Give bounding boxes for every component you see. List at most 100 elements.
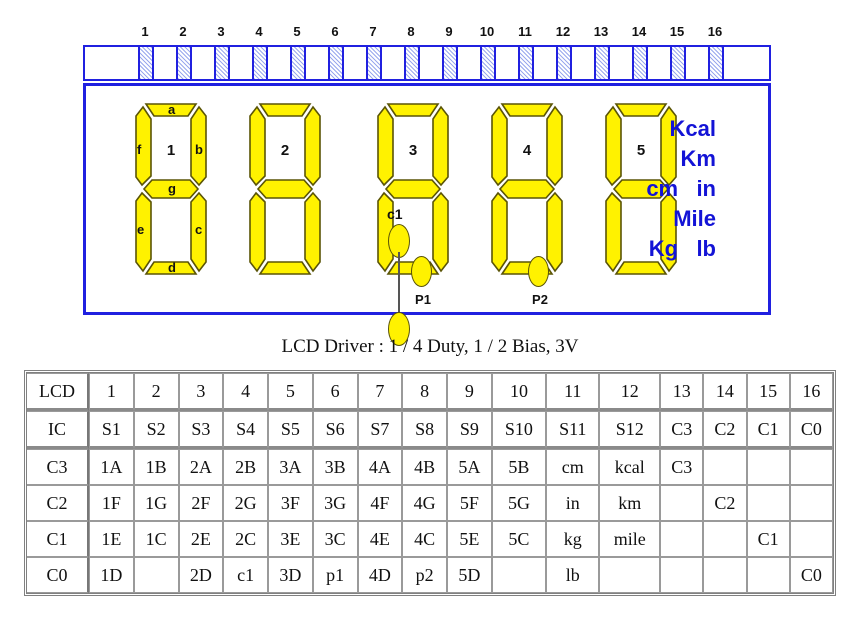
segment-label-g: g	[168, 181, 176, 196]
unit-label-3: Mile	[673, 206, 716, 231]
digit-index-label-3: 3	[408, 142, 418, 159]
table-cell	[746, 449, 790, 485]
colon-label: c1	[387, 206, 403, 222]
segment-2d	[258, 261, 312, 275]
segment-4e	[491, 191, 508, 273]
table-cell: C3	[660, 449, 704, 485]
connector-pin-2[interactable]	[176, 47, 192, 79]
pin-number-4: 4	[255, 24, 263, 39]
connector-pin-12[interactable]	[556, 47, 572, 79]
table-cell: C1	[746, 411, 790, 449]
unit-label-4: Kg lb	[648, 236, 716, 261]
decimal-point-p1: P1	[411, 256, 435, 312]
connector-pin-4[interactable]	[252, 47, 268, 79]
table-cell: 5D	[447, 557, 492, 593]
table-cell: 5C	[491, 521, 547, 557]
connector-pin-6[interactable]	[328, 47, 344, 79]
connector-pin-16[interactable]	[708, 47, 724, 79]
connector-pin-9[interactable]	[442, 47, 458, 79]
connector-pin-10[interactable]	[480, 47, 496, 79]
segment-3c	[432, 191, 449, 273]
table-cell: 13	[660, 373, 704, 411]
table-cell: 14	[703, 373, 747, 411]
segment-label-e: e	[137, 222, 145, 237]
table-cell	[599, 557, 661, 593]
pin-number-10: 10	[479, 24, 495, 39]
connector-pin-7[interactable]	[366, 47, 382, 79]
seven-segment-digit-4: 4	[484, 100, 570, 300]
unit-label-2: cm in	[646, 176, 716, 201]
segment-2b	[304, 105, 321, 187]
table-cell: lb	[546, 557, 600, 593]
colon-connector-line	[398, 252, 400, 320]
segment-3a	[386, 103, 440, 117]
table-row-header: IC	[27, 411, 89, 449]
table-cell: S12	[599, 411, 661, 449]
connector-pin-13[interactable]	[594, 47, 610, 79]
table-row-header: C3	[27, 449, 89, 485]
table-cell	[789, 521, 833, 557]
lcd-connector-strip	[83, 45, 771, 81]
connector-pin-5[interactable]	[290, 47, 306, 79]
table-cell: 1E	[89, 521, 134, 557]
table-cell: c1	[223, 557, 268, 593]
table-cell: 2	[133, 373, 179, 411]
pin-number-15: 15	[669, 24, 685, 39]
table-cell: 3D	[268, 557, 313, 593]
table-cell: 5	[268, 373, 313, 411]
segment-label-f: f	[137, 142, 142, 157]
table-cell	[660, 557, 704, 593]
table-cell: 8	[402, 373, 447, 411]
decimal-point-p1-label: P1	[415, 292, 431, 307]
table-cell: S1	[89, 411, 134, 449]
table-cell: S10	[491, 411, 547, 449]
lcd-display-frame: 1 a f b g e c d 2 3 4 5 c1 P1 P2 Kcal Km cm in Mile Kg …	[83, 83, 771, 346]
table-row-header: C1	[27, 521, 89, 557]
table-cell: S3	[178, 411, 224, 449]
decimal-point-p2-label: P2	[532, 292, 548, 307]
connector-pin-1[interactable]	[138, 47, 154, 79]
connector-pin-15[interactable]	[670, 47, 686, 79]
table-cell: 1C	[133, 521, 179, 557]
table-row: C3 1A 1B 2A 2B 3A 3B 4A 4B 5A 5B cm kcal C3	[27, 449, 833, 485]
table-cell: 5A	[447, 449, 492, 485]
table-cell: 3A	[268, 449, 313, 485]
pin-number-7: 7	[369, 24, 377, 39]
decimal-point-p2-dot	[528, 256, 549, 287]
pin-number-14: 14	[631, 24, 647, 39]
table-cell: 5F	[447, 485, 492, 521]
table-cell: 10	[491, 373, 547, 411]
table-cell	[703, 557, 747, 593]
pin-number-5: 5	[293, 24, 301, 39]
table-cell: C2	[703, 411, 747, 449]
table-cell: 3B	[312, 449, 358, 485]
segment-label-c: c	[195, 222, 203, 237]
table-cell: 4	[223, 373, 268, 411]
connector-pin-14[interactable]	[632, 47, 648, 79]
connector-pin-8[interactable]	[404, 47, 420, 79]
pin-number-8: 8	[407, 24, 415, 39]
segment-4g	[498, 179, 556, 199]
table-cell	[746, 557, 790, 593]
table-row-header: LCD	[27, 373, 89, 411]
connector-pin-11[interactable]	[518, 47, 534, 79]
table-cell: C3	[660, 411, 704, 449]
table-cell: p1	[312, 557, 358, 593]
table-cell: S6	[312, 411, 358, 449]
unit-label-1: Km	[680, 146, 716, 171]
table-row: LCD 1 2 3 4 5 6 7 8 9 10 11 12 13 14 15 16	[27, 373, 833, 411]
table-cell	[133, 557, 179, 593]
table-cell: C1	[746, 521, 790, 557]
table-cell: km	[599, 485, 661, 521]
table-cell: 2D	[178, 557, 224, 593]
table-cell: 3G	[312, 485, 358, 521]
pin-number-12: 12	[555, 24, 571, 39]
table-cell: in	[546, 485, 600, 521]
table-cell: C0	[789, 557, 833, 593]
seven-segment-digit-1: 1 a f b g e c d	[128, 100, 214, 300]
table-row: C0 1D 2D c1 3D p1 4D p2 5D lb C0	[27, 557, 833, 593]
table-cell	[703, 521, 747, 557]
connector-pin-3[interactable]	[214, 47, 230, 79]
segment-2e	[249, 191, 266, 273]
seven-segment-digit-2: 2	[242, 100, 328, 300]
